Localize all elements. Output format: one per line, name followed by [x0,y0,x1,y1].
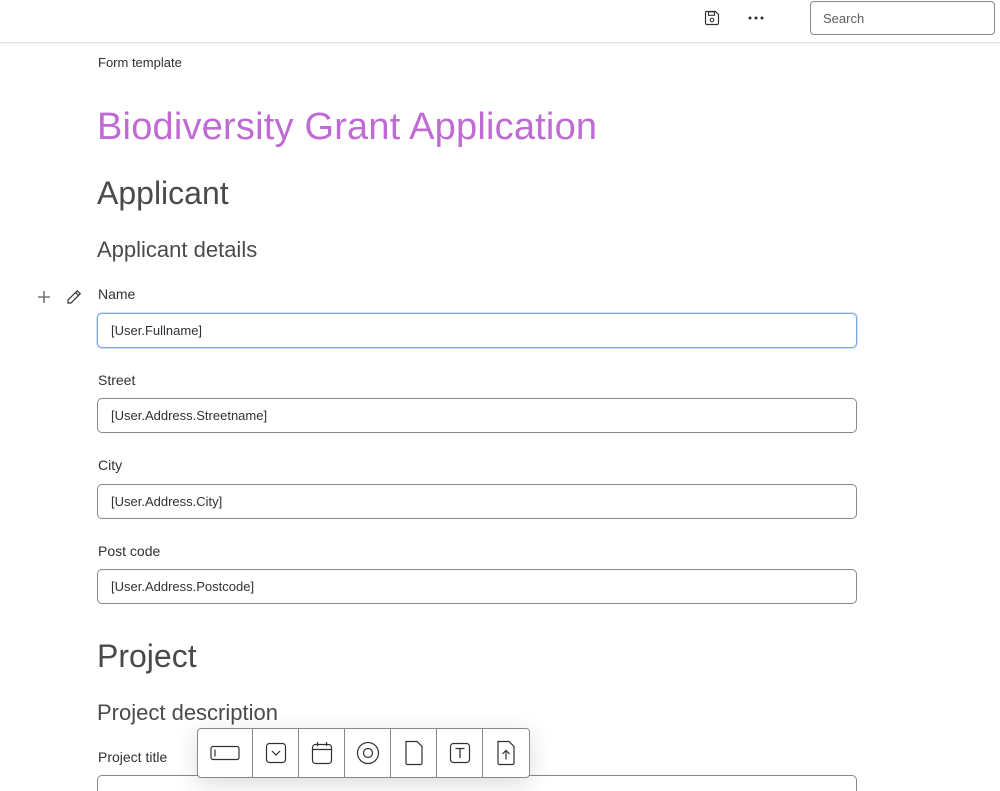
dropdown-icon [265,742,286,764]
add-field-button[interactable] [34,287,54,307]
add-date-picker-tool[interactable] [299,729,345,777]
save-icon [704,10,720,26]
street-label: Street [98,372,136,388]
add-text-field-tool[interactable] [198,729,253,777]
breadcrumb: Form template [98,55,182,70]
city-field[interactable] [97,484,857,519]
add-file-upload-tool[interactable] [483,729,529,777]
subsection-heading-project-description: Project description [97,700,278,725]
more-options-button[interactable] [740,4,772,32]
radio-button-icon [356,741,379,765]
postcode-field[interactable] [97,569,857,604]
more-options-icon [748,16,764,20]
file-upload-icon [497,740,515,766]
top-bar [0,0,1000,42]
name-field[interactable] [97,313,857,348]
add-text-block-tool[interactable] [437,729,483,777]
save-button[interactable] [696,4,728,32]
document-icon [404,740,423,766]
name-label: Name [98,286,136,302]
add-radio-button-tool[interactable] [345,729,391,777]
control-toolbox [197,728,530,778]
text-block-icon [449,742,470,764]
pencil-icon [67,289,82,304]
section-heading-applicant: Applicant [97,175,229,211]
add-dropdown-tool[interactable] [253,729,299,777]
project-title-label: Project title [98,749,168,765]
postcode-label: Post code [98,543,161,559]
date-picker-icon [311,742,332,765]
street-field[interactable] [97,398,857,433]
search-input[interactable] [810,1,995,35]
section-heading-project: Project [97,638,197,674]
plus-icon [38,291,50,303]
text-field-icon [210,745,240,761]
city-label: City [98,457,123,473]
subsection-heading-applicant-details: Applicant details [97,237,258,262]
add-document-tool[interactable] [391,729,437,777]
form-title: Biodiversity Grant Application [97,106,598,148]
edit-field-button[interactable] [64,287,84,307]
